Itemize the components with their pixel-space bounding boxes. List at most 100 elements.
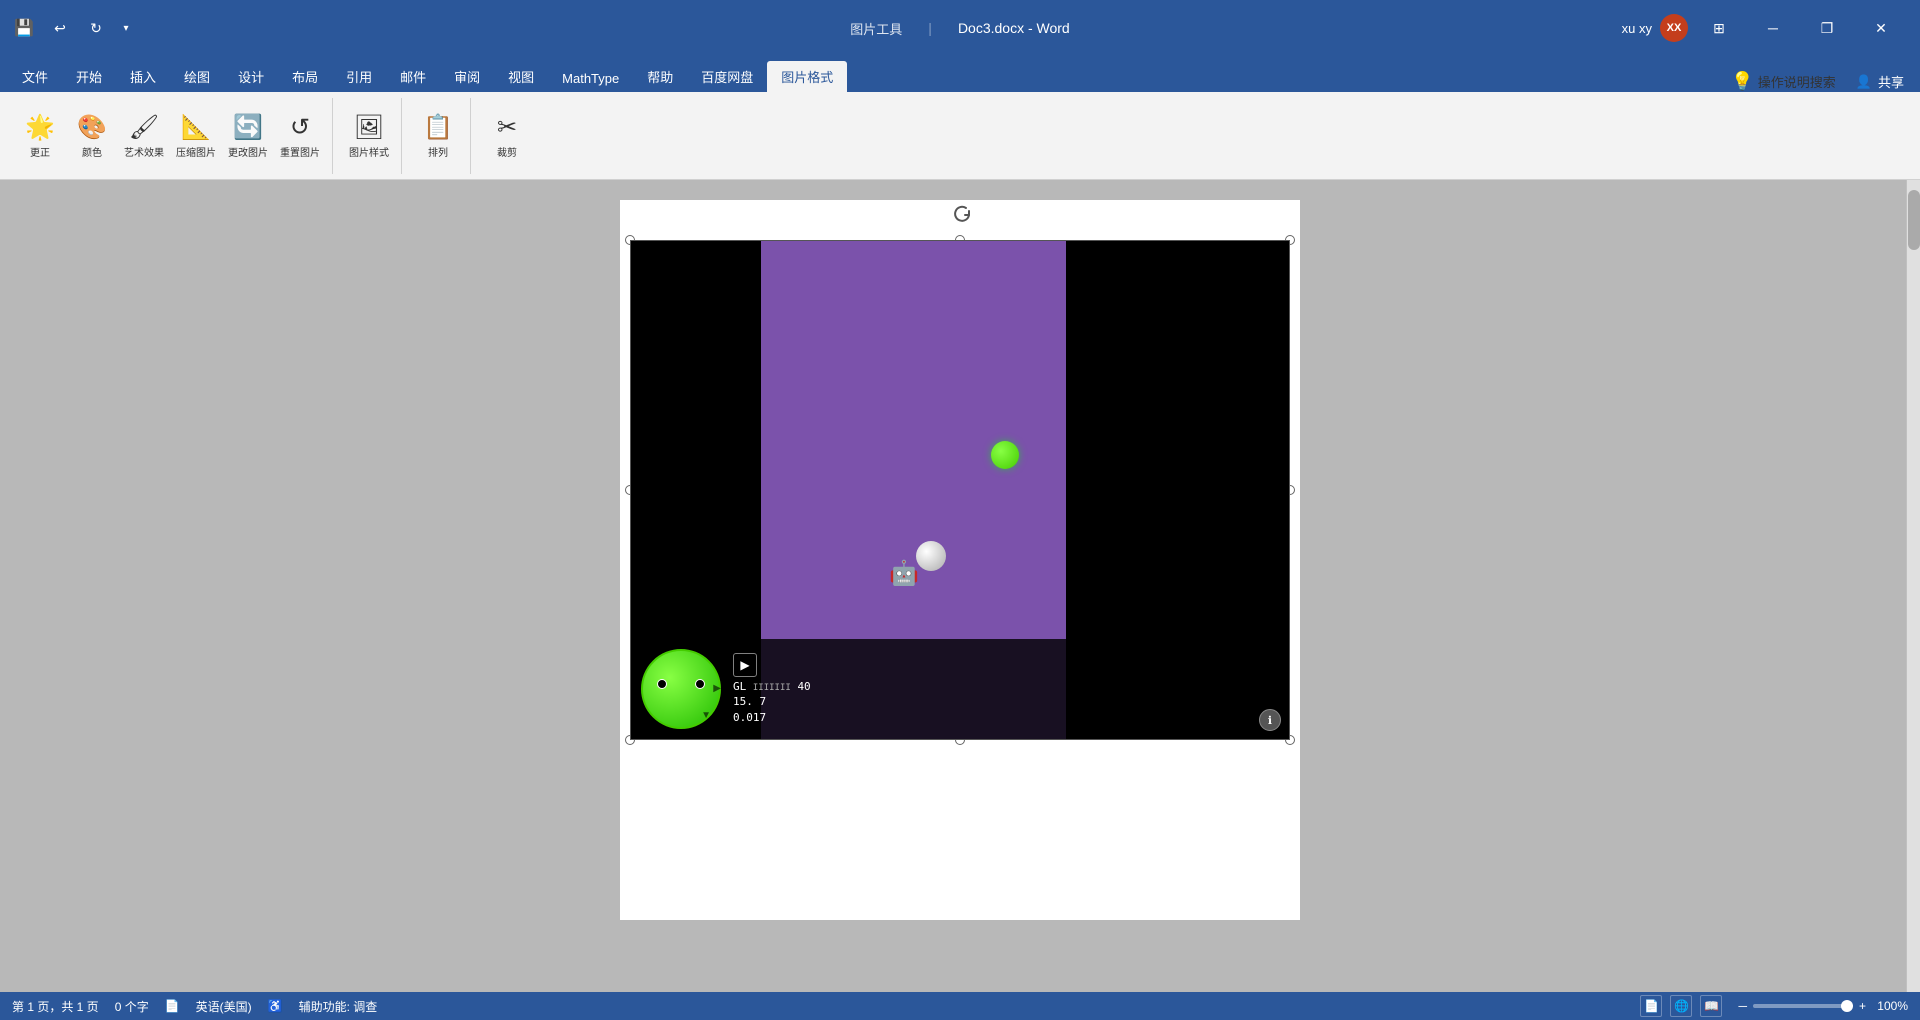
compress-icon: 📐	[181, 113, 211, 142]
language: 英语(美国)	[196, 998, 252, 1015]
ball-left-eye	[657, 679, 667, 689]
tab-help[interactable]: 帮助	[633, 61, 687, 92]
tab-insert[interactable]: 插入	[116, 61, 170, 92]
green-ball-upper	[991, 441, 1019, 469]
tool-label: 图片工具	[850, 19, 902, 38]
accessibility-label: 辅助功能: 调查	[299, 998, 378, 1015]
picture-style-button[interactable]: 🖼 图片样式	[345, 106, 393, 166]
scrollbar[interactable]	[1906, 180, 1920, 992]
tab-view[interactable]: 视图	[494, 61, 548, 92]
tab-home[interactable]: 开始	[62, 61, 116, 92]
play-button[interactable]: ▶	[733, 653, 757, 677]
tab-draw[interactable]: 绘图	[170, 61, 224, 92]
ribbon: 🌟 更正 🎨 颜色 🖌 艺术效果 📐 压缩图片 🔄 更改图片 ↺ 重置图片	[0, 92, 1920, 180]
player-ball: ▶ ▼	[641, 649, 721, 729]
document-area: 🤖 ▶ ▼ ▶ GL II	[0, 180, 1920, 992]
color-icon: 🎨	[77, 113, 107, 142]
reset-icon: ↺	[290, 113, 310, 142]
tab-file[interactable]: 文件	[8, 61, 62, 92]
title-bar: 💾 ↩ ↻ ▾ 图片工具 | Doc3.docx - Word xu xy XX…	[0, 0, 1920, 56]
zoom-thumb	[1841, 1000, 1853, 1012]
replace-button[interactable]: 🔄 更改图片	[224, 106, 272, 166]
ribbon-group-adjust: 🌟 更正 🎨 颜色 🖌 艺术效果 📐 压缩图片 🔄 更改图片 ↺ 重置图片	[8, 98, 333, 174]
ribbon-toggle-button[interactable]: ⊞	[1696, 12, 1742, 44]
arrange-button[interactable]: 📋 排列	[414, 106, 462, 166]
arrange-icon: 📋	[423, 113, 453, 142]
game-image: 🤖 ▶ ▼ ▶ GL II	[630, 240, 1290, 740]
crop-icon: ✂	[497, 113, 517, 142]
redo-button[interactable]: ↻	[80, 12, 112, 44]
close-button[interactable]: ✕	[1858, 12, 1904, 44]
page: 🤖 ▶ ▼ ▶ GL II	[620, 200, 1300, 920]
restore-button[interactable]: ❐	[1804, 12, 1850, 44]
share-icon: 👤	[1856, 74, 1872, 90]
document-title: Doc3.docx - Word	[958, 20, 1070, 36]
proofing-icon: 📄	[165, 999, 180, 1013]
rotate-handle[interactable]	[952, 205, 968, 221]
user-initials: XX	[1667, 22, 1682, 34]
tab-baidu[interactable]: 百度网盘	[687, 61, 767, 92]
stat-time: 0.017	[733, 711, 766, 724]
zoom-level[interactable]: 100%	[1872, 999, 1908, 1013]
game-character: 🤖	[889, 559, 919, 588]
help-icon: 💡	[1731, 71, 1753, 92]
save-button[interactable]: 💾	[8, 12, 40, 44]
more-button[interactable]: ▾	[116, 12, 136, 44]
tab-review[interactable]: 审阅	[440, 61, 494, 92]
quick-access-toolbar: 💾 ↩ ↻ ▾	[0, 12, 144, 44]
zoom-slider[interactable]	[1753, 1004, 1853, 1008]
stat-line2: 15.	[733, 695, 753, 708]
web-view-button[interactable]: 🌐	[1670, 995, 1692, 1017]
share-area: 👤 共享	[1856, 72, 1904, 91]
ball-right-eye	[695, 679, 705, 689]
user-info: xu xy XX ⊞ ─ ❐ ✕	[1606, 12, 1920, 44]
zoom-in-button[interactable]: +	[1859, 999, 1866, 1013]
tab-mathtype[interactable]: MathType	[548, 65, 633, 92]
corrections-button[interactable]: 🌟 更正	[16, 106, 64, 166]
color-button[interactable]: 🎨 颜色	[68, 106, 116, 166]
ribbon-group-arrange: 📋 排列	[406, 98, 471, 174]
corrections-icon: 🌟	[25, 113, 55, 142]
gray-ball	[916, 541, 946, 571]
artistic-icon: 🖌	[129, 113, 159, 142]
compress-button[interactable]: 📐 压缩图片	[172, 106, 220, 166]
word-count: 0 个字	[115, 998, 149, 1015]
replace-icon: 🔄	[233, 113, 263, 142]
accessibility-icon: ♿	[268, 999, 283, 1013]
status-bar: 第 1 页，共 1 页 0 个字 📄 英语(美国) ♿ 辅助功能: 调查 📄 🌐…	[0, 992, 1920, 1020]
status-left: 第 1 页，共 1 页 0 个字 📄 英语(美国) ♿ 辅助功能: 调查	[12, 998, 377, 1015]
stat-gl: GL	[733, 680, 746, 693]
help-search: 💡 操作说明搜索	[1723, 71, 1843, 92]
print-view-button[interactable]: 📄	[1640, 995, 1662, 1017]
tab-mail[interactable]: 邮件	[386, 61, 440, 92]
tab-layout[interactable]: 布局	[278, 61, 332, 92]
artistic-button[interactable]: 🖌 艺术效果	[120, 106, 168, 166]
ribbon-tabs: 文件 开始 插入 绘图 设计 布局 引用 邮件 审阅 视图 MathType 帮…	[0, 56, 1920, 92]
status-right: 📄 🌐 📖 ─ + 100%	[1640, 995, 1908, 1017]
user-name: xu xy	[1622, 21, 1652, 36]
info-button[interactable]: ℹ	[1259, 709, 1281, 731]
stat-num2: 7	[760, 695, 767, 708]
game-stats: GL IIIIIII 40 15. 7 0.017	[733, 679, 811, 725]
crop-button[interactable]: ✂ 裁剪	[483, 106, 531, 166]
reset-button[interactable]: ↺ 重置图片	[276, 106, 324, 166]
minimize-button[interactable]: ─	[1750, 12, 1796, 44]
help-search-label[interactable]: 操作说明搜索	[1758, 72, 1836, 91]
style-icon: 🖼	[354, 113, 384, 142]
stat-num1: 40	[797, 680, 810, 693]
zoom-out-button[interactable]: ─	[1738, 999, 1747, 1013]
title-bar-center: 图片工具 | Doc3.docx - Word	[850, 19, 1069, 38]
game-ui-bar: ▶ ▼ ▶ GL IIIIIII 40 15. 7 0.017 ℹ	[631, 639, 1289, 739]
page-info: 第 1 页，共 1 页	[12, 998, 99, 1015]
ribbon-group-size: ✂ 裁剪	[475, 98, 539, 174]
user-avatar[interactable]: XX	[1660, 14, 1688, 42]
image-container[interactable]: 🤖 ▶ ▼ ▶ GL II	[630, 240, 1290, 740]
zoom-area: ─ + 100%	[1738, 999, 1908, 1013]
scroll-thumb[interactable]	[1908, 190, 1920, 250]
tab-design[interactable]: 设计	[224, 61, 278, 92]
tab-references[interactable]: 引用	[332, 61, 386, 92]
read-view-button[interactable]: 📖	[1700, 995, 1722, 1017]
undo-button[interactable]: ↩	[44, 12, 76, 44]
share-label[interactable]: 共享	[1878, 72, 1904, 91]
tab-picture-format[interactable]: 图片格式	[767, 61, 847, 92]
